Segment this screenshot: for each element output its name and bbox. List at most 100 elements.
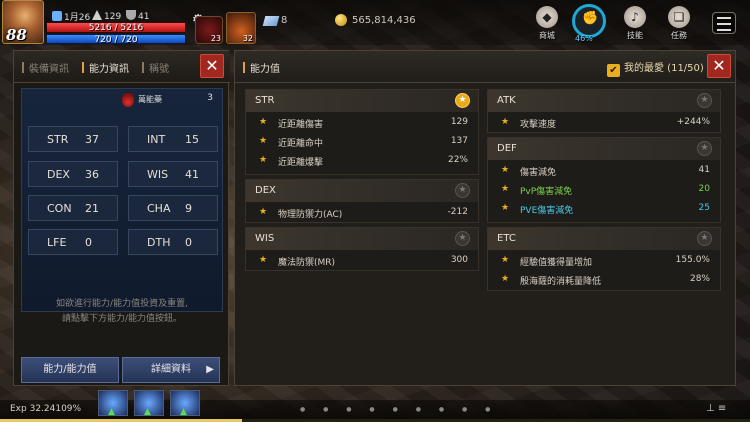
gold-coin-icon [335,14,347,26]
tab-ability[interactable]: 能力資訊 [82,60,129,75]
stat-row: ★ PVE傷害減免 25 [501,203,710,216]
card-header: ETC ★ [488,228,720,250]
tab-marker [142,62,144,73]
star-icon: ★ [501,274,510,284]
menu-line [717,29,731,31]
detail-info-button[interactable]: 詳細資料 ▶ [122,357,220,383]
favorite-star-icon[interactable]: ★ [697,231,712,246]
tab-equipment[interactable]: 裝備資訊 [22,60,69,75]
gold-amount: 565,814,436 [352,15,416,26]
card-header: ATK ★ [488,90,720,112]
arrow-up-icon: ▲ [108,407,115,417]
card-atk: ATK ★ ★ 攻擊速度 +244% [487,89,721,133]
checkmark-icon: ✔ [607,64,620,77]
menu-line [717,17,731,19]
star-icon: ★ [501,184,510,194]
tab-marker [82,62,84,73]
stat-con: CON 21 [28,195,118,221]
star-icon: ★ [259,136,268,146]
card-def: DEF ★ ★ 傷害減免 41 ★ PvP傷害減免 20 ★ PVE傷害減免 2… [487,137,721,223]
quest-button[interactable]: ❏ 任務 [662,6,696,41]
potion-count: 23 [210,34,221,43]
close-right-panel-button[interactable]: ✕ [707,54,731,78]
gem-count: 8 [281,15,288,26]
mp-text: 720 / 720 [94,35,138,45]
favorites-toggle[interactable]: ✔ 我的最愛 (11/50) [607,59,704,77]
mp-bar: 720 / 720 [46,34,186,45]
elixir-label: 萬能藥 [138,95,162,104]
fist-icon: ✊ [582,11,599,26]
favorite-star-icon[interactable]: ★ [455,183,470,198]
arrow-up-icon: ▲ [144,407,151,417]
card-header: WIS ★ [246,228,478,250]
top-hud: 88 1月26 129 41 5216 / 5216 720 / 720 ⚙ 2… [0,0,750,45]
star-icon: ★ [259,117,268,127]
card-dex: DEX ★ ★ 物理防禦力(AC) -212 [245,179,479,223]
close-left-panel-button[interactable]: ✕ [200,54,224,78]
panel-tabs: 裝備資訊 能力資訊 稱號 ✕ [14,51,230,83]
star-icon: ★ [501,117,510,127]
skill-count: 32 [242,34,253,43]
card-header: DEX ★ [246,180,478,202]
stat-dex: DEX 36 [28,161,118,187]
card-etc: ETC ★ ★ 經驗值獲得量增加 155.0% ★ 殷海薩的消耗量降低 28% [487,227,721,291]
hp-text: 5216 / 5216 [88,23,144,33]
quick-slot-2[interactable]: ▲ [134,390,164,417]
stat-row: ★ 物理防禦力(AC) -212 [259,207,468,220]
character-level: 88 [6,26,27,44]
skill-icon: ♪ [624,6,646,28]
potion-slot[interactable]: 23 [195,16,223,44]
stat-cha: CHA 9 [128,195,218,221]
arrow-up-icon: ▲ [180,407,187,417]
stat-row: ★ 殷海薩的消耗量降低 28% [501,274,710,287]
menu-line [717,23,731,25]
elixir-potion-icon [122,93,134,107]
skill-button[interactable]: ♪ 技能 [618,6,652,41]
stat-row: ★ 傷害減免 41 [501,165,710,178]
stat-row: ★ 近距離爆擊 22% [259,155,468,168]
shield-icon [126,10,136,20]
star-icon: ★ [259,155,268,165]
quest-icon: ❏ [668,6,690,28]
stat-row: ★ 攻擊速度 +244% [501,117,710,130]
auto-toggle-icon[interactable]: ⊥ ≡ [706,403,726,414]
star-icon: ★ [259,255,268,265]
ability-values-panel: 能力值 ✔ 我的最愛 (11/50) ✕ STR ★ ★ 近距離傷害 129 ★ … [234,50,736,386]
stat-row: ★ 近距離命中 137 [259,136,468,149]
stat-row: ★ 魔法防禦(MR) 300 [259,255,468,268]
character-info-panel: 裝備資訊 能力資訊 稱號 ✕ 萬能藥 3 STR 37 INT 15 DEX 36 W… [13,50,230,386]
stat-row: ★ 經驗值獲得量增加 155.0% [501,255,710,268]
stat-wis: WIS 41 [128,161,218,187]
favorite-star-icon[interactable]: ★ [455,231,470,246]
title-marker [243,62,245,73]
weight-gauge[interactable]: ✊ [572,4,606,38]
exp-text: Exp 32.24109% [10,404,82,414]
main-menu-button[interactable] [712,12,736,34]
tab-title[interactable]: 稱號 [142,60,169,75]
card-header: STR ★ [246,90,478,112]
favorite-star-icon[interactable]: ★ [455,93,470,108]
star-icon: ★ [501,255,510,265]
page-dots: ● ● ● ● ● ● ● ● ● [300,406,499,413]
star-icon: ★ [501,165,510,175]
sword-icon [52,11,62,21]
favorite-star-icon[interactable]: ★ [697,141,712,156]
arrow-right-icon: ▶ [206,364,214,375]
stat-int: INT 15 [128,126,218,152]
elixir-row: 萬能藥 3 [22,89,222,111]
hud-stat-c: 41 [126,10,149,22]
bag-icon: ◆ [536,6,558,28]
quick-slot-3[interactable]: ▲ [170,390,200,417]
hud-stat-b: 129 [92,10,121,22]
shop-button[interactable]: ◆ 商城 [530,6,564,41]
buff-skill-slot[interactable]: 32 [226,12,256,44]
star-icon: ★ [259,207,268,217]
panel-header: 能力值 ✔ 我的最愛 (11/50) ✕ [235,51,735,83]
ability-points-button[interactable]: 能力/能力值 [21,357,119,383]
star-icon: ★ [501,203,510,213]
quick-slot-1[interactable]: ▲ [98,390,128,417]
favorite-star-icon[interactable]: ★ [697,93,712,108]
gem-icon [262,16,280,26]
weight-percent: 46% [575,34,593,43]
stat-row: ★ 近距離傷害 129 [259,117,468,130]
